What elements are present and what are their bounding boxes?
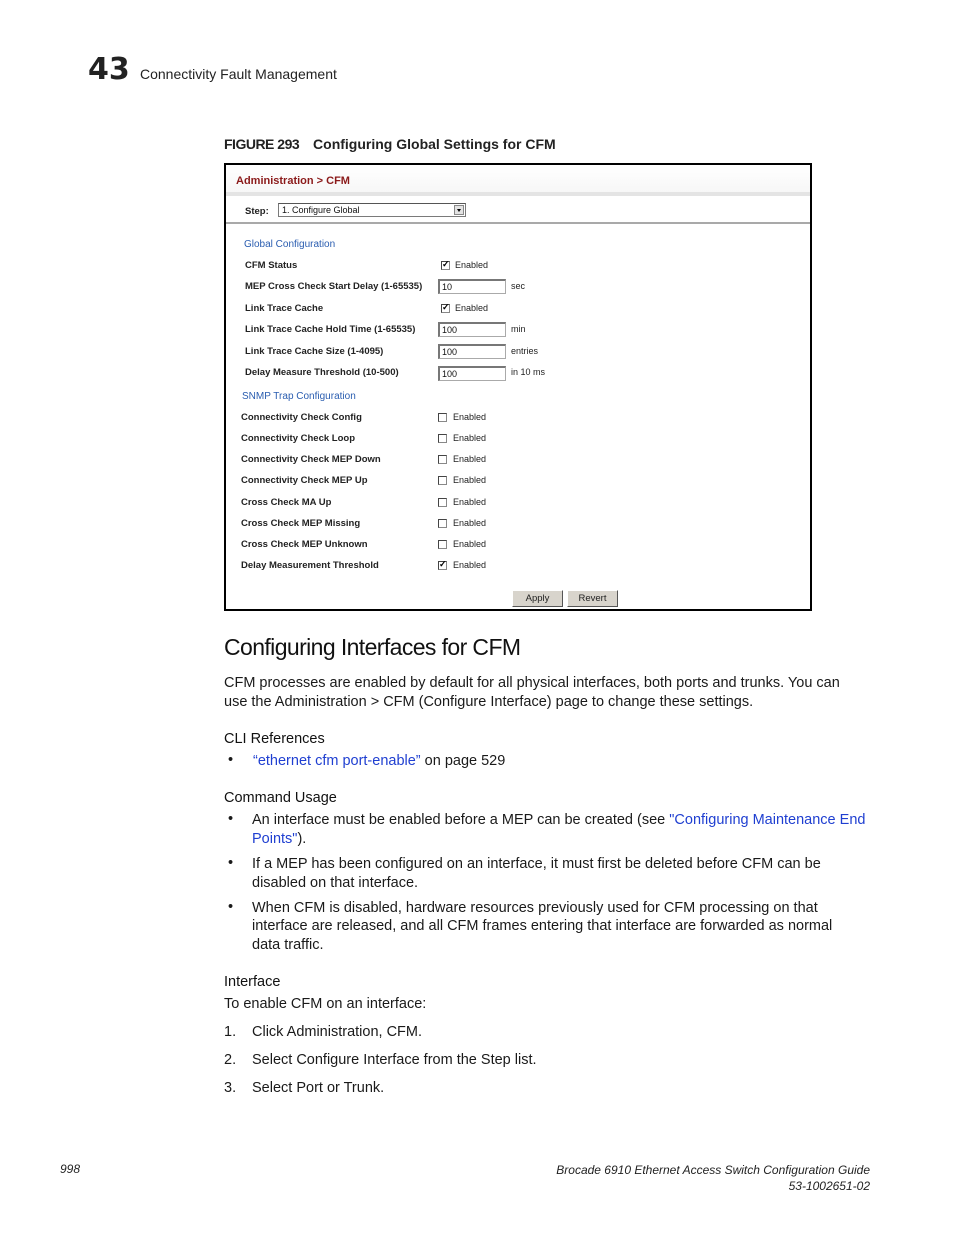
usage-item-3-line-1: When CFM is disabled, hardware resources… bbox=[252, 900, 818, 916]
maintenance-end-points-link[interactable]: "Configuring Maintenance End bbox=[669, 812, 865, 828]
chevron-down-icon[interactable] bbox=[454, 205, 464, 215]
link-trace-hold-time-input[interactable] bbox=[438, 322, 506, 337]
usage-item-3-line-2: interface are released, and all CFM fram… bbox=[252, 918, 833, 934]
page-number: 998 bbox=[60, 1162, 81, 1176]
chapter-number: 43 bbox=[88, 52, 130, 87]
snmp-xc-ma-up-enabled-label: Enabled bbox=[453, 497, 487, 507]
cli-reference-page: on page 529 bbox=[420, 753, 506, 769]
link-trace-cache-enabled-label: Enabled bbox=[455, 303, 489, 313]
figure-caption: FIGURE 293 Configuring Global Settings f… bbox=[224, 136, 556, 152]
snmp-cc-config-checkbox[interactable] bbox=[438, 413, 447, 422]
snmp-cc-mep-up-label: Connectivity Check MEP Up bbox=[241, 475, 368, 486]
interface-intro: To enable CFM on an interface: bbox=[224, 996, 427, 1012]
step-3-number: 3. bbox=[224, 1080, 237, 1096]
step-1-number: 1. bbox=[224, 1024, 237, 1040]
cfm-global-settings-screenshot: Administration > CFM Step: 1. Configure … bbox=[224, 163, 812, 611]
delay-measure-threshold-label: Delay Measure Threshold (10-500) bbox=[245, 367, 399, 378]
interface-heading: Interface bbox=[224, 974, 281, 990]
bullet-icon: • bbox=[228, 899, 234, 915]
step-2-number: 2. bbox=[224, 1052, 237, 1068]
doc-number: 53-1002651-02 bbox=[788, 1179, 870, 1193]
intro-line-1: CFM processes are enabled by default for… bbox=[224, 675, 840, 691]
link-trace-hold-time-unit: min bbox=[511, 324, 526, 334]
maintenance-end-points-link-cont[interactable]: Points" bbox=[252, 831, 297, 847]
section-title: Configuring Interfaces for CFM bbox=[224, 634, 521, 660]
snmp-cc-mep-down-label: Connectivity Check MEP Down bbox=[241, 454, 381, 465]
global-configuration-heading: Global Configuration bbox=[244, 239, 336, 250]
link-trace-cache-checkbox[interactable] bbox=[441, 302, 450, 313]
bullet-icon: • bbox=[228, 811, 234, 827]
step-select-value: 1. Configure Global bbox=[282, 205, 360, 215]
link-trace-cache-size-unit: entries bbox=[511, 346, 539, 356]
footer-doc-info: Brocade 6910 Ethernet Access Switch Conf… bbox=[556, 1162, 870, 1194]
delay-measure-threshold-unit: in 10 ms bbox=[511, 367, 546, 377]
intro-line-2: use the Administration > CFM (Configure … bbox=[224, 694, 754, 710]
figure-title: Configuring Global Settings for CFM bbox=[313, 136, 556, 152]
snmp-cc-config-enabled-label: Enabled bbox=[453, 412, 487, 422]
mep-cross-check-delay-label: MEP Cross Check Start Delay (1-65535) bbox=[245, 281, 423, 292]
step-2-text: Select Configure Interface from the Step… bbox=[252, 1052, 537, 1068]
snmp-xc-mep-unknown-label: Cross Check MEP Unknown bbox=[241, 539, 368, 550]
step-1-text: Click Administration, CFM. bbox=[252, 1024, 423, 1040]
mep-cross-check-delay-input[interactable] bbox=[438, 279, 506, 294]
revert-button[interactable]: Revert bbox=[567, 590, 618, 607]
breadcrumb[interactable]: Administration > CFM bbox=[236, 175, 350, 187]
snmp-cc-loop-enabled-label: Enabled bbox=[453, 433, 487, 443]
link-trace-hold-time-label: Link Trace Cache Hold Time (1-65535) bbox=[245, 324, 416, 335]
snmp-cc-config-label: Connectivity Check Config bbox=[241, 412, 362, 423]
cfm-status-label: CFM Status bbox=[245, 260, 298, 271]
cli-reference-item: “ethernet cfm port-enable” on page 529 bbox=[253, 752, 505, 771]
command-usage-heading: Command Usage bbox=[224, 790, 337, 806]
snmp-xc-mep-unknown-enabled-label: Enabled bbox=[453, 539, 487, 549]
snmp-delay-threshold-checkbox[interactable] bbox=[438, 559, 447, 570]
snmp-cc-loop-label: Connectivity Check Loop bbox=[241, 433, 356, 444]
link-trace-cache-label: Link Trace Cache bbox=[245, 303, 324, 314]
step-select[interactable]: 1. Configure Global bbox=[278, 203, 466, 217]
bullet-icon: • bbox=[228, 752, 234, 768]
cli-reference-link[interactable]: “ethernet cfm port-enable” bbox=[253, 753, 421, 769]
link-trace-cache-size-label: Link Trace Cache Size (1-4095) bbox=[245, 346, 384, 357]
step-3-text: Select Port or Trunk. bbox=[252, 1080, 385, 1096]
figure-label: FIGURE 293 bbox=[224, 136, 300, 152]
snmp-cc-mep-up-checkbox[interactable] bbox=[438, 476, 447, 485]
usage-item-1-line-2: Points"). bbox=[252, 830, 306, 849]
snmp-xc-ma-up-checkbox[interactable] bbox=[438, 498, 447, 507]
chapter-title: Connectivity Fault Management bbox=[140, 66, 337, 82]
cfm-status-enabled-label: Enabled bbox=[455, 260, 489, 270]
snmp-xc-ma-up-label: Cross Check MA Up bbox=[241, 497, 332, 508]
snmp-xc-mep-missing-checkbox[interactable] bbox=[438, 519, 447, 528]
panel-header: Administration > CFM bbox=[226, 165, 810, 196]
step-row: Step: 1. Configure Global bbox=[226, 196, 810, 224]
snmp-delay-threshold-label: Delay Measurement Threshold bbox=[241, 560, 379, 571]
doc-title: Brocade 6910 Ethernet Access Switch Conf… bbox=[556, 1163, 870, 1177]
snmp-cc-mep-down-enabled-label: Enabled bbox=[453, 454, 487, 464]
link-trace-cache-size-input[interactable] bbox=[438, 344, 506, 359]
cli-references-heading: CLI References bbox=[224, 731, 325, 747]
delay-measure-threshold-input[interactable] bbox=[438, 366, 506, 381]
snmp-cc-mep-up-enabled-label: Enabled bbox=[453, 475, 487, 485]
snmp-xc-mep-missing-label: Cross Check MEP Missing bbox=[241, 518, 361, 529]
snmp-xc-mep-missing-enabled-label: Enabled bbox=[453, 518, 487, 528]
mep-cross-check-delay-unit: sec bbox=[511, 281, 526, 291]
usage-item-2-line-1: If a MEP has been configured on an inter… bbox=[252, 856, 821, 872]
cfm-status-checkbox[interactable] bbox=[441, 259, 450, 270]
step-label: Step: bbox=[245, 206, 269, 217]
snmp-xc-mep-unknown-checkbox[interactable] bbox=[438, 540, 447, 549]
snmp-trap-configuration-heading: SNMP Trap Configuration bbox=[242, 391, 356, 402]
usage-item-1-line-1: An interface must be enabled before a ME… bbox=[252, 811, 865, 830]
bullet-icon: • bbox=[228, 855, 234, 871]
snmp-cc-mep-down-checkbox[interactable] bbox=[438, 455, 447, 464]
snmp-delay-threshold-enabled-label: Enabled bbox=[453, 560, 487, 570]
usage-item-2-line-2: disabled on that interface. bbox=[252, 875, 419, 891]
snmp-cc-loop-checkbox[interactable] bbox=[438, 434, 447, 443]
usage-item-1-end: ). bbox=[297, 831, 307, 847]
apply-button[interactable]: Apply bbox=[512, 590, 563, 607]
usage-item-3-line-3: data traffic. bbox=[252, 937, 324, 953]
usage-item-1-text: An interface must be enabled before a ME… bbox=[252, 812, 670, 828]
